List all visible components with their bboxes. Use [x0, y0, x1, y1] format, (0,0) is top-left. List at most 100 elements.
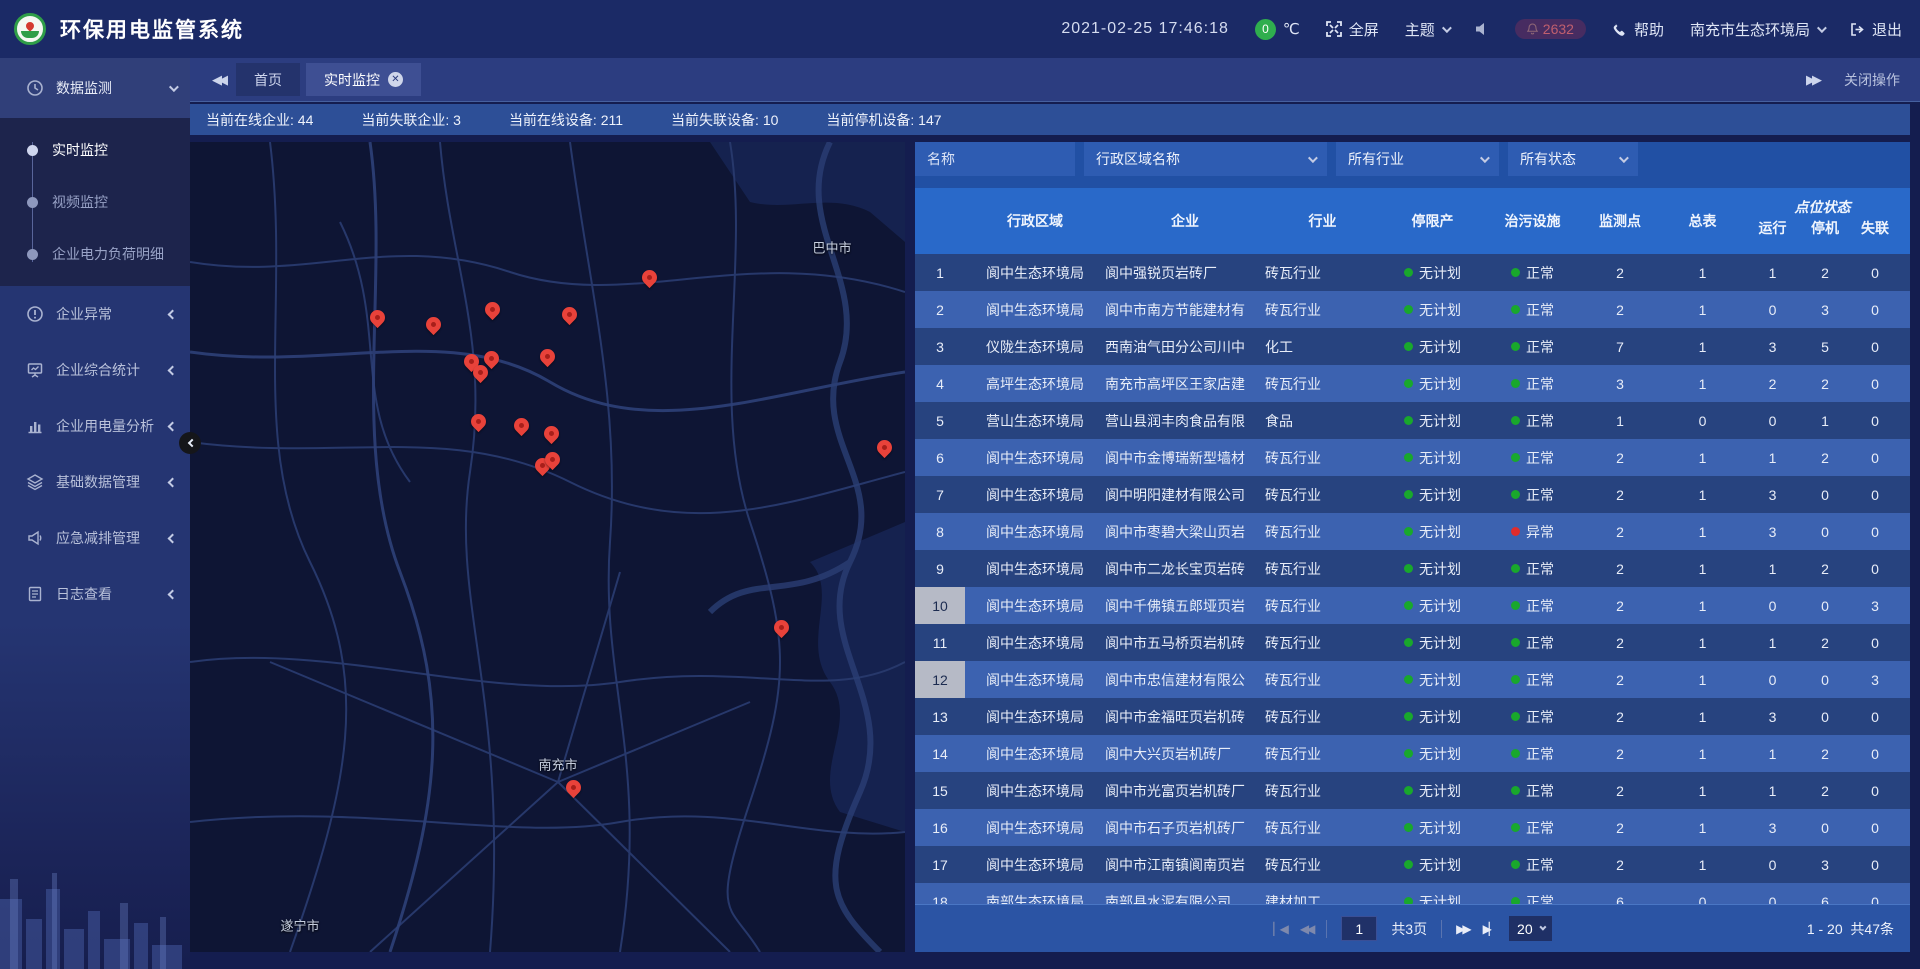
pager-divider — [1441, 920, 1442, 938]
tabs-scroll-right-icon[interactable]: ▶▶ — [1806, 72, 1818, 88]
cell-run: 1 — [1745, 746, 1800, 762]
cell-run: 3 — [1745, 709, 1800, 725]
chevron-left-icon — [168, 365, 178, 375]
chevron-down-icon — [1817, 23, 1827, 33]
tabs-scroll-left-icon[interactable]: ◀◀ — [212, 72, 224, 88]
sound-mute-button[interactable] — [1475, 22, 1489, 36]
cell-facility: 正常 — [1485, 633, 1580, 653]
sidebar-group-数据监测[interactable]: 数据监测 — [0, 58, 190, 118]
sidebar-group-企业异常[interactable]: 企业异常 — [0, 286, 190, 342]
tab-实时监控[interactable]: 实时监控✕ — [306, 63, 421, 96]
table-row[interactable]: 13阆中生态环境局阆中市金福旺页岩机砖砖瓦行业无计划正常21300 — [915, 698, 1910, 735]
cell-lost: 3 — [1850, 672, 1900, 688]
table-row[interactable]: 12阆中生态环境局阆中市忠信建材有限公砖瓦行业无计划正常21003 — [915, 661, 1910, 698]
gauge-icon — [26, 79, 44, 97]
facility-label: 正常 — [1526, 337, 1554, 357]
cell-industry: 砖瓦行业 — [1265, 781, 1380, 801]
table-row[interactable]: 3仪陇生态环境局西南油气田分公司川中化工无计划正常71350 — [915, 328, 1910, 365]
name-filter[interactable] — [915, 142, 1075, 176]
theme-dropdown[interactable]: 主题 — [1405, 19, 1449, 40]
sidebar-group-应急减排管理[interactable]: 应急减排管理 — [0, 510, 190, 566]
sidebar-group-企业综合统计[interactable]: 企业综合统计 — [0, 342, 190, 398]
close-operations-button[interactable]: 关闭操作 — [1844, 70, 1900, 90]
cell-points: 2 — [1580, 265, 1660, 281]
cell-facility: 正常 — [1485, 374, 1580, 394]
cell-facility: 正常 — [1485, 707, 1580, 727]
help-button[interactable]: 帮助 — [1612, 19, 1664, 40]
sidebar-group-label: 数据监测 — [56, 78, 112, 98]
first-page-icon[interactable]: ▏◀ — [1273, 922, 1285, 936]
fullscreen-button[interactable]: 全屏 — [1326, 19, 1379, 40]
table-row[interactable]: 10阆中生态环境局阆中千佛镇五郎垭页岩砖瓦行业无计划正常21003 — [915, 587, 1910, 624]
page-size-select[interactable]: 20 — [1509, 916, 1552, 941]
table-row[interactable]: 6阆中生态环境局阆中市金博瑞新型墙材砖瓦行业无计划正常21120 — [915, 439, 1910, 476]
cell-points: 2 — [1580, 487, 1660, 503]
status-dot-green — [1404, 823, 1413, 832]
sidebar-group-企业用电量分析[interactable]: 企业用电量分析 — [0, 398, 190, 454]
sidebar-group-基础数据管理[interactable]: 基础数据管理 — [0, 454, 190, 510]
cell-facility: 正常 — [1485, 263, 1580, 283]
cell-facility: 正常 — [1485, 596, 1580, 616]
logout-button[interactable]: 退出 — [1850, 19, 1902, 40]
table-row[interactable]: 18南部生态环境局南部县水泥有限公司建材加工无计划正常60060 — [915, 883, 1910, 904]
sidebar-item-视频监控[interactable]: 视频监控 — [0, 176, 190, 228]
fullscreen-label: 全屏 — [1349, 19, 1379, 40]
table-row[interactable]: 7阆中生态环境局阆中明阳建材有限公司砖瓦行业无计划正常21300 — [915, 476, 1910, 513]
table-row[interactable]: 5营山生态环境局营山县润丰肉食品有限食品无计划正常10010 — [915, 402, 1910, 439]
sidebar-item-企业电力负荷明细[interactable]: 企业电力负荷明细 — [0, 228, 190, 280]
map-collapse-toggle[interactable] — [179, 432, 201, 454]
tab-bar: ◀◀ 首页实时监控✕ ▶▶ 关闭操作 — [190, 58, 1920, 102]
table-row[interactable]: 2阆中生态环境局阆中市南方节能建材有砖瓦行业无计划正常21030 — [915, 291, 1910, 328]
table-row[interactable]: 9阆中生态环境局阆中市二龙长宝页岩砖砖瓦行业无计划正常21120 — [915, 550, 1910, 587]
cell-region: 阆中生态环境局 — [965, 707, 1105, 727]
org-dropdown[interactable]: 南充市生态环境局 — [1690, 19, 1824, 40]
facility-label: 正常 — [1526, 300, 1554, 320]
top-header: 环保用电监管系统 2021-02-25 17:46:18 0 ℃ 全屏 主题 — [0, 0, 1920, 58]
table-row[interactable]: 14阆中生态环境局阆中大兴页岩机砖厂砖瓦行业无计划正常21120 — [915, 735, 1910, 772]
cell-stop: 0 — [1800, 524, 1850, 540]
map-canvas[interactable] — [190, 142, 905, 952]
table-row[interactable]: 4高坪生态环境局南充市高坪区王家店建砖瓦行业无计划正常31220 — [915, 365, 1910, 402]
prev-page-icon[interactable]: ◀◀ — [1300, 922, 1312, 936]
table-row[interactable]: 1阆中生态环境局阆中强锐页岩砖厂砖瓦行业无计划正常21120 — [915, 254, 1910, 291]
cell-run: 3 — [1745, 820, 1800, 836]
cell-region: 阆中生态环境局 — [965, 559, 1105, 579]
sidebar-item-实时监控[interactable]: 实时监控 — [0, 124, 190, 176]
cell-meters: 1 — [1660, 857, 1745, 873]
page-number-input[interactable] — [1341, 916, 1377, 941]
cell-industry: 砖瓦行业 — [1265, 559, 1380, 579]
cell-rownum: 12 — [915, 661, 965, 698]
tab-首页[interactable]: 首页 — [236, 63, 300, 96]
facility-label: 正常 — [1526, 707, 1554, 727]
notification-badge[interactable]: 2632 — [1515, 19, 1586, 39]
sidebar: 数据监测实时监控视频监控企业电力负荷明细企业异常企业综合统计企业用电量分析基础数… — [0, 58, 190, 969]
cell-facility: 正常 — [1485, 559, 1580, 579]
region-filter-dropdown[interactable]: 行政区域名称 — [1084, 142, 1327, 176]
cell-stop: 0 — [1800, 709, 1850, 725]
cell-run: 0 — [1745, 598, 1800, 614]
table-row[interactable]: 11阆中生态环境局阆中市五马桥页岩机砖砖瓦行业无计划正常21120 — [915, 624, 1910, 661]
cell-stop: 0 — [1800, 820, 1850, 836]
total-pages-label: 共3页 — [1391, 919, 1427, 939]
cell-points: 2 — [1580, 746, 1660, 762]
table-row[interactable]: 16阆中生态环境局阆中市石子页岩机砖厂砖瓦行业无计划正常21300 — [915, 809, 1910, 846]
sidebar-group-label: 企业用电量分析 — [56, 416, 154, 436]
industry-filter-dropdown[interactable]: 所有行业 — [1336, 142, 1499, 176]
tab-close-icon[interactable]: ✕ — [388, 72, 403, 87]
name-filter-input[interactable] — [927, 151, 1063, 167]
cell-region: 阆中生态环境局 — [965, 522, 1105, 542]
plan-label: 无计划 — [1419, 337, 1461, 357]
cell-stop: 2 — [1800, 783, 1850, 799]
status-dot-green — [1404, 749, 1413, 758]
table-row[interactable]: 15阆中生态环境局阆中市光富页岩机砖厂砖瓦行业无计划正常21120 — [915, 772, 1910, 809]
cell-region: 高坪生态环境局 — [965, 374, 1105, 394]
status-filter-dropdown[interactable]: 所有状态 — [1508, 142, 1638, 176]
cell-plan: 无计划 — [1380, 559, 1485, 579]
table-row[interactable]: 8阆中生态环境局阆中市枣碧大梁山页岩砖瓦行业无计划异常21300 — [915, 513, 1910, 550]
sidebar-group-日志查看[interactable]: 日志查看 — [0, 566, 190, 622]
table-row[interactable]: 17阆中生态环境局阆中市江南镇阆南页岩砖瓦行业无计划正常21030 — [915, 846, 1910, 883]
cell-points: 2 — [1580, 524, 1660, 540]
next-page-icon[interactable]: ▶▶ — [1456, 922, 1468, 936]
last-page-icon[interactable]: ▶▏ — [1483, 922, 1495, 936]
facility-label: 正常 — [1526, 485, 1554, 505]
